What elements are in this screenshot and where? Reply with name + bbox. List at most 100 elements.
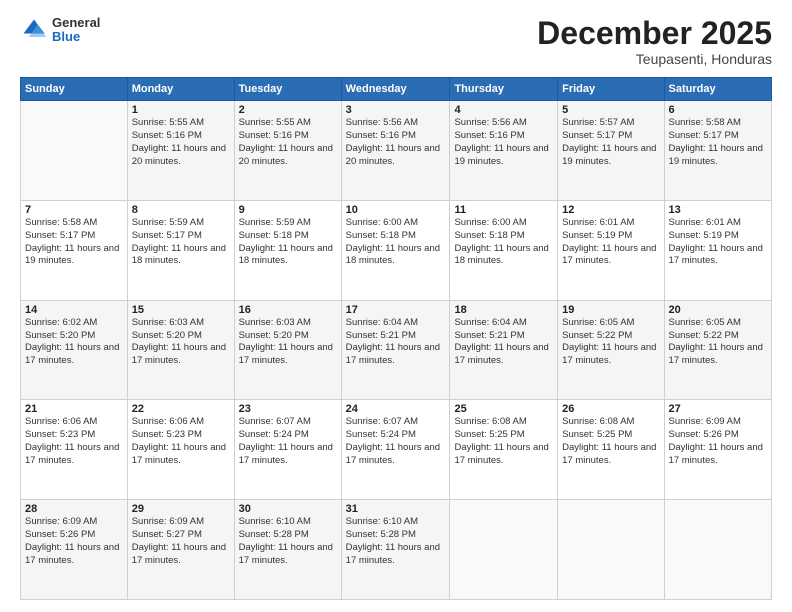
- day-info: Sunrise: 6:00 AM Sunset: 5:18 PM Dayligh…: [346, 217, 446, 268]
- col-saturday: Saturday: [664, 78, 771, 101]
- col-wednesday: Wednesday: [341, 78, 450, 101]
- logo: General Blue: [20, 16, 100, 45]
- logo-text: General Blue: [52, 16, 100, 45]
- calendar-header-row: Sunday Monday Tuesday Wednesday Thursday…: [21, 78, 772, 101]
- day-info: Sunrise: 6:05 AM Sunset: 5:22 PM Dayligh…: [669, 317, 767, 368]
- table-row: 24Sunrise: 6:07 AM Sunset: 5:24 PM Dayli…: [341, 400, 450, 500]
- day-number: 7: [25, 204, 123, 216]
- day-number: 19: [562, 304, 659, 316]
- day-number: 14: [25, 304, 123, 316]
- day-number: 31: [346, 503, 446, 515]
- table-row: 6Sunrise: 5:58 AM Sunset: 5:17 PM Daylig…: [664, 101, 771, 201]
- logo-icon: [20, 16, 48, 44]
- table-row: 18Sunrise: 6:04 AM Sunset: 5:21 PM Dayli…: [450, 300, 558, 400]
- day-info: Sunrise: 6:09 AM Sunset: 5:27 PM Dayligh…: [132, 516, 230, 567]
- table-row: 12Sunrise: 6:01 AM Sunset: 5:19 PM Dayli…: [558, 200, 664, 300]
- col-thursday: Thursday: [450, 78, 558, 101]
- day-info: Sunrise: 6:01 AM Sunset: 5:19 PM Dayligh…: [669, 217, 767, 268]
- day-info: Sunrise: 6:06 AM Sunset: 5:23 PM Dayligh…: [132, 416, 230, 467]
- day-number: 11: [454, 204, 553, 216]
- day-info: Sunrise: 5:55 AM Sunset: 5:16 PM Dayligh…: [132, 117, 230, 168]
- day-info: Sunrise: 5:59 AM Sunset: 5:18 PM Dayligh…: [239, 217, 337, 268]
- day-info: Sunrise: 6:04 AM Sunset: 5:21 PM Dayligh…: [454, 317, 553, 368]
- logo-general-label: General: [52, 16, 100, 30]
- table-row: 14Sunrise: 6:02 AM Sunset: 5:20 PM Dayli…: [21, 300, 128, 400]
- col-friday: Friday: [558, 78, 664, 101]
- col-monday: Monday: [127, 78, 234, 101]
- table-row: 21Sunrise: 6:06 AM Sunset: 5:23 PM Dayli…: [21, 400, 128, 500]
- calendar-week-4: 21Sunrise: 6:06 AM Sunset: 5:23 PM Dayli…: [21, 400, 772, 500]
- table-row: 5Sunrise: 5:57 AM Sunset: 5:17 PM Daylig…: [558, 101, 664, 201]
- title-month: December 2025: [537, 16, 772, 51]
- day-info: Sunrise: 5:56 AM Sunset: 5:16 PM Dayligh…: [346, 117, 446, 168]
- table-row: 13Sunrise: 6:01 AM Sunset: 5:19 PM Dayli…: [664, 200, 771, 300]
- table-row: 23Sunrise: 6:07 AM Sunset: 5:24 PM Dayli…: [234, 400, 341, 500]
- day-number: 8: [132, 204, 230, 216]
- table-row: 22Sunrise: 6:06 AM Sunset: 5:23 PM Dayli…: [127, 400, 234, 500]
- day-info: Sunrise: 5:59 AM Sunset: 5:17 PM Dayligh…: [132, 217, 230, 268]
- title-location: Teupasenti, Honduras: [537, 51, 772, 67]
- table-row: 16Sunrise: 6:03 AM Sunset: 5:20 PM Dayli…: [234, 300, 341, 400]
- day-info: Sunrise: 6:07 AM Sunset: 5:24 PM Dayligh…: [346, 416, 446, 467]
- logo-blue-label: Blue: [52, 30, 100, 44]
- day-info: Sunrise: 6:08 AM Sunset: 5:25 PM Dayligh…: [562, 416, 659, 467]
- day-info: Sunrise: 5:58 AM Sunset: 5:17 PM Dayligh…: [669, 117, 767, 168]
- day-info: Sunrise: 5:57 AM Sunset: 5:17 PM Dayligh…: [562, 117, 659, 168]
- day-number: 15: [132, 304, 230, 316]
- table-row: 29Sunrise: 6:09 AM Sunset: 5:27 PM Dayli…: [127, 500, 234, 600]
- table-row: 26Sunrise: 6:08 AM Sunset: 5:25 PM Dayli…: [558, 400, 664, 500]
- table-row: [450, 500, 558, 600]
- table-row: 2Sunrise: 5:55 AM Sunset: 5:16 PM Daylig…: [234, 101, 341, 201]
- day-info: Sunrise: 5:58 AM Sunset: 5:17 PM Dayligh…: [25, 217, 123, 268]
- day-info: Sunrise: 6:03 AM Sunset: 5:20 PM Dayligh…: [132, 317, 230, 368]
- table-row: [558, 500, 664, 600]
- day-info: Sunrise: 6:09 AM Sunset: 5:26 PM Dayligh…: [669, 416, 767, 467]
- table-row: 19Sunrise: 6:05 AM Sunset: 5:22 PM Dayli…: [558, 300, 664, 400]
- table-row: 17Sunrise: 6:04 AM Sunset: 5:21 PM Dayli…: [341, 300, 450, 400]
- day-number: 29: [132, 503, 230, 515]
- calendar-week-2: 7Sunrise: 5:58 AM Sunset: 5:17 PM Daylig…: [21, 200, 772, 300]
- day-number: 12: [562, 204, 659, 216]
- day-number: 20: [669, 304, 767, 316]
- day-info: Sunrise: 6:10 AM Sunset: 5:28 PM Dayligh…: [346, 516, 446, 567]
- day-number: 23: [239, 403, 337, 415]
- day-number: 9: [239, 204, 337, 216]
- table-row: 15Sunrise: 6:03 AM Sunset: 5:20 PM Dayli…: [127, 300, 234, 400]
- table-row: 3Sunrise: 5:56 AM Sunset: 5:16 PM Daylig…: [341, 101, 450, 201]
- day-number: 16: [239, 304, 337, 316]
- day-number: 6: [669, 104, 767, 116]
- day-number: 3: [346, 104, 446, 116]
- day-number: 2: [239, 104, 337, 116]
- day-info: Sunrise: 5:55 AM Sunset: 5:16 PM Dayligh…: [239, 117, 337, 168]
- table-row: [664, 500, 771, 600]
- table-row: 31Sunrise: 6:10 AM Sunset: 5:28 PM Dayli…: [341, 500, 450, 600]
- calendar-table: Sunday Monday Tuesday Wednesday Thursday…: [20, 77, 772, 600]
- day-info: Sunrise: 6:03 AM Sunset: 5:20 PM Dayligh…: [239, 317, 337, 368]
- day-number: 27: [669, 403, 767, 415]
- page: General Blue December 2025 Teupasenti, H…: [0, 0, 792, 612]
- table-row: 10Sunrise: 6:00 AM Sunset: 5:18 PM Dayli…: [341, 200, 450, 300]
- day-number: 4: [454, 104, 553, 116]
- day-number: 1: [132, 104, 230, 116]
- table-row: 4Sunrise: 5:56 AM Sunset: 5:16 PM Daylig…: [450, 101, 558, 201]
- day-number: 22: [132, 403, 230, 415]
- table-row: 11Sunrise: 6:00 AM Sunset: 5:18 PM Dayli…: [450, 200, 558, 300]
- header: General Blue December 2025 Teupasenti, H…: [20, 16, 772, 67]
- day-info: Sunrise: 6:01 AM Sunset: 5:19 PM Dayligh…: [562, 217, 659, 268]
- calendar-week-3: 14Sunrise: 6:02 AM Sunset: 5:20 PM Dayli…: [21, 300, 772, 400]
- col-sunday: Sunday: [21, 78, 128, 101]
- day-number: 17: [346, 304, 446, 316]
- calendar-week-5: 28Sunrise: 6:09 AM Sunset: 5:26 PM Dayli…: [21, 500, 772, 600]
- table-row: 7Sunrise: 5:58 AM Sunset: 5:17 PM Daylig…: [21, 200, 128, 300]
- col-tuesday: Tuesday: [234, 78, 341, 101]
- table-row: 25Sunrise: 6:08 AM Sunset: 5:25 PM Dayli…: [450, 400, 558, 500]
- day-info: Sunrise: 6:10 AM Sunset: 5:28 PM Dayligh…: [239, 516, 337, 567]
- table-row: 1Sunrise: 5:55 AM Sunset: 5:16 PM Daylig…: [127, 101, 234, 201]
- day-info: Sunrise: 6:05 AM Sunset: 5:22 PM Dayligh…: [562, 317, 659, 368]
- day-info: Sunrise: 6:04 AM Sunset: 5:21 PM Dayligh…: [346, 317, 446, 368]
- day-info: Sunrise: 5:56 AM Sunset: 5:16 PM Dayligh…: [454, 117, 553, 168]
- day-number: 28: [25, 503, 123, 515]
- day-number: 18: [454, 304, 553, 316]
- day-number: 10: [346, 204, 446, 216]
- day-info: Sunrise: 6:08 AM Sunset: 5:25 PM Dayligh…: [454, 416, 553, 467]
